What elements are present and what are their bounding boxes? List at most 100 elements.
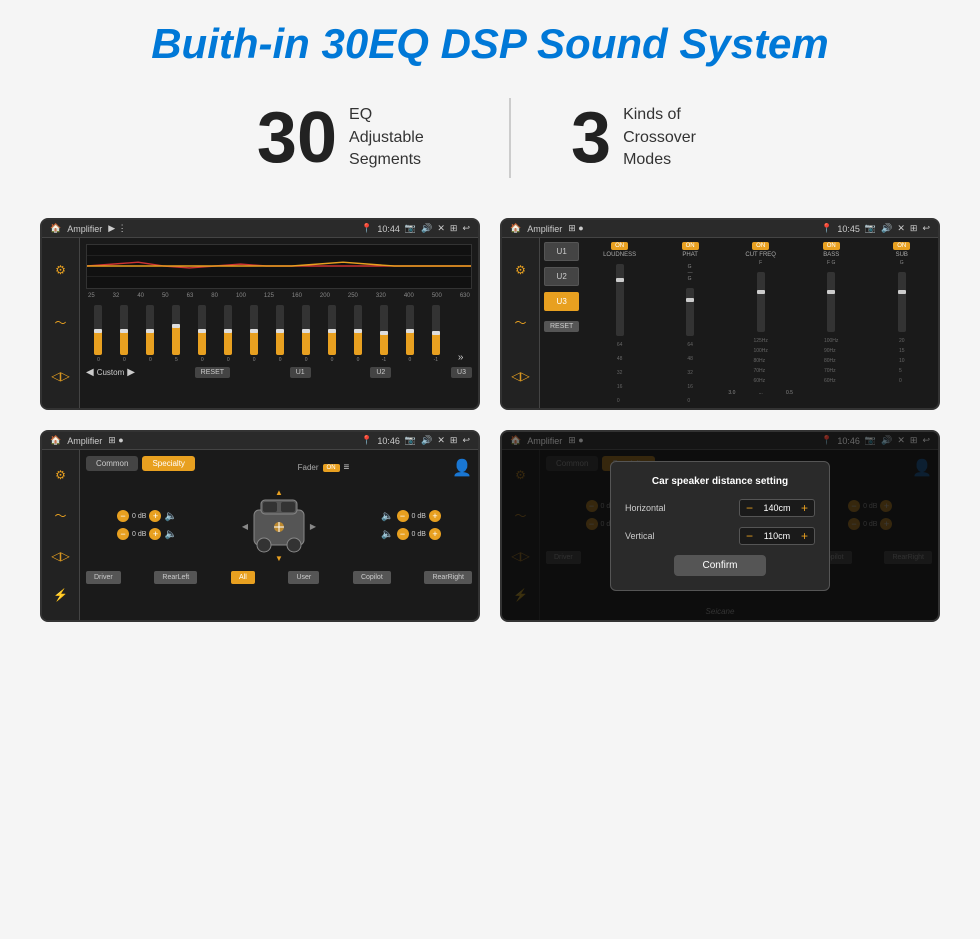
cutfreq-range: 3.0 ... 0.5 [728,390,793,396]
vol-rr-plus-3[interactable]: + [429,528,441,540]
home-icon-1[interactable]: 🏠 [50,223,61,234]
rearleft-btn-3[interactable]: RearLeft [154,571,197,584]
slider-7: 0 [250,305,258,363]
u1-btn-2[interactable]: U1 [544,242,579,261]
eq-chart [86,244,472,289]
phat-slider[interactable] [686,288,694,336]
u1-btn-1[interactable]: U1 [290,367,311,378]
u3-btn-1[interactable]: U3 [451,367,472,378]
dialog-overlay: Car speaker distance setting Horizontal … [502,432,938,620]
camera-icon-3: 📷 [405,435,416,446]
sub-on: ON [893,242,910,250]
time-2: 10:45 [837,224,860,234]
bass-slider[interactable] [827,272,835,332]
wave-icon-2[interactable]: 〜 [514,314,526,331]
cutfreq-on: ON [752,242,769,250]
slider-11: 0 [354,305,362,363]
right-vols-3: 🔈 − 0 dB + 🔈 − 0 dB + [381,510,441,540]
x-icon-3: ✕ [437,435,445,446]
bt-icon-3[interactable]: ⚡ [53,588,68,602]
dialog-horizontal-row: Horizontal − 140cm + [625,499,815,517]
back-icon-2[interactable]: ↩ [922,223,930,234]
loudness-slider[interactable] [616,264,624,336]
vertical-plus-btn[interactable]: + [801,530,808,542]
dialog-box: Car speaker distance setting Horizontal … [610,461,830,591]
horizontal-plus-btn[interactable]: + [801,502,808,514]
car-svg-3: ▲ ▼ ◀ ▶ [239,485,319,565]
copilot-btn-3[interactable]: Copilot [353,571,391,584]
eq-icon-1[interactable]: ⚙ [55,263,66,277]
screen-eq: 🏠 Amplifier ▶ ⋮ 📍 10:44 📷 🔊 ✕ ⊞ ↩ ⚙ 〜 ◁▷ [40,218,480,410]
speaker-icon-2[interactable]: ◁▷ [511,369,529,383]
prev-btn[interactable]: ◀ [86,367,94,378]
loudness-scale: 644832160 [617,342,623,404]
vertical-minus-btn[interactable]: − [746,530,753,542]
common-btn-3[interactable]: Common [86,456,138,471]
dialog-vertical-input[interactable]: − 110cm + [739,527,815,545]
eq-icon-2[interactable]: ⚙ [515,263,526,277]
home-icon-2[interactable]: 🏠 [510,223,521,234]
x-icon-2: ✕ [897,223,905,234]
speaker-layout-3: − 0 dB + 🔈 − 0 dB + 🔈 [86,485,472,565]
vol-fl-minus-3[interactable]: − [117,510,129,522]
fader-on-3: ON [323,464,340,472]
wave-icon-3[interactable]: 〜 [54,507,66,524]
vol-fr-val-3: 0 dB [412,513,426,520]
specialty-btn-3[interactable]: Specialty [142,456,194,471]
page-title: Buith-in 30EQ DSP Sound System [151,20,829,68]
stat-crossover-number: 3 [571,102,611,174]
horizontal-minus-btn[interactable]: − [746,502,753,514]
screen-icon-1: ⊞ [450,223,458,234]
vol-fl-plus-3[interactable]: + [149,510,161,522]
zone-buttons-3: Driver RearLeft All User Copilot RearRig… [86,571,472,584]
eq-sliders: 0 0 0 5 0 0 0 0 0 0 0 -1 0 -1 » [86,303,472,363]
back-icon-1[interactable]: ↩ [462,223,470,234]
speaker-icon-3[interactable]: ◁▷ [51,549,69,563]
stat-crossover: 3 Kinds ofCrossover Modes [571,102,723,174]
status-bar-1: 🏠 Amplifier ▶ ⋮ 📍 10:44 📷 🔊 ✕ ⊞ ↩ [42,220,478,238]
next-btn[interactable]: ▶ [127,367,135,378]
person-icon-3: 👤 [452,458,472,478]
slider-6: 0 [224,305,232,363]
speaker-icon-1[interactable]: ◁▷ [51,369,69,383]
sub-scale: 20151050 [899,338,905,384]
sub-slider[interactable] [898,272,906,332]
rearright-btn-3[interactable]: RearRight [424,571,472,584]
back-icon-3[interactable]: ↩ [462,435,470,446]
x-icon-1: ✕ [437,223,445,234]
custom-label: Custom [97,368,125,377]
wave-icon-1[interactable]: 〜 [54,314,66,331]
cutfreq-markers: F [759,260,762,266]
u3-btn-2[interactable]: U3 [544,292,579,311]
more-arrows[interactable]: » [458,352,464,363]
dialog-confirm-area: Confirm [625,555,815,576]
confirm-button[interactable]: Confirm [674,555,765,576]
speaker-rl-icon-3: 🔈 [164,529,176,540]
channel-bass: ON BASS F G 100Hz90Hz80Hz70Hz60Hz [799,242,864,404]
vol-fr-plus-3[interactable]: + [429,510,441,522]
reset-btn-1[interactable]: RESET [195,367,230,378]
horizontal-value: 140cm [757,503,797,513]
vol-rl-plus-3[interactable]: + [149,528,161,540]
stat-eq: 30 EQ AdjustableSegments [257,102,449,174]
vol-fr-minus-3[interactable]: − [397,510,409,522]
slider-8: 0 [276,305,284,363]
driver-btn-3[interactable]: Driver [86,571,121,584]
u2-btn-2[interactable]: U2 [544,267,579,286]
cutfreq-slider[interactable] [757,272,765,332]
u2-btn-1[interactable]: U2 [370,367,391,378]
reset-btn-2[interactable]: RESET [544,321,579,332]
home-icon-3[interactable]: 🏠 [50,435,61,446]
all-btn-3[interactable]: All [231,571,255,584]
stat-eq-number: 30 [257,102,337,174]
eq-icon-3[interactable]: ⚙ [55,468,66,482]
dialog-title: Car speaker distance setting [625,476,815,487]
speaker-rr-icon-3: 🔈 [381,529,393,540]
dialog-horizontal-input[interactable]: − 140cm + [739,499,815,517]
vol-rr-minus-3[interactable]: − [397,528,409,540]
slider-10: 0 [328,305,336,363]
vol-rl-minus-3[interactable]: − [117,528,129,540]
slider-14: -1 [432,305,440,363]
u-buttons: U1 U2 U3 RESET [544,242,579,404]
user-btn-3[interactable]: User [288,571,319,584]
